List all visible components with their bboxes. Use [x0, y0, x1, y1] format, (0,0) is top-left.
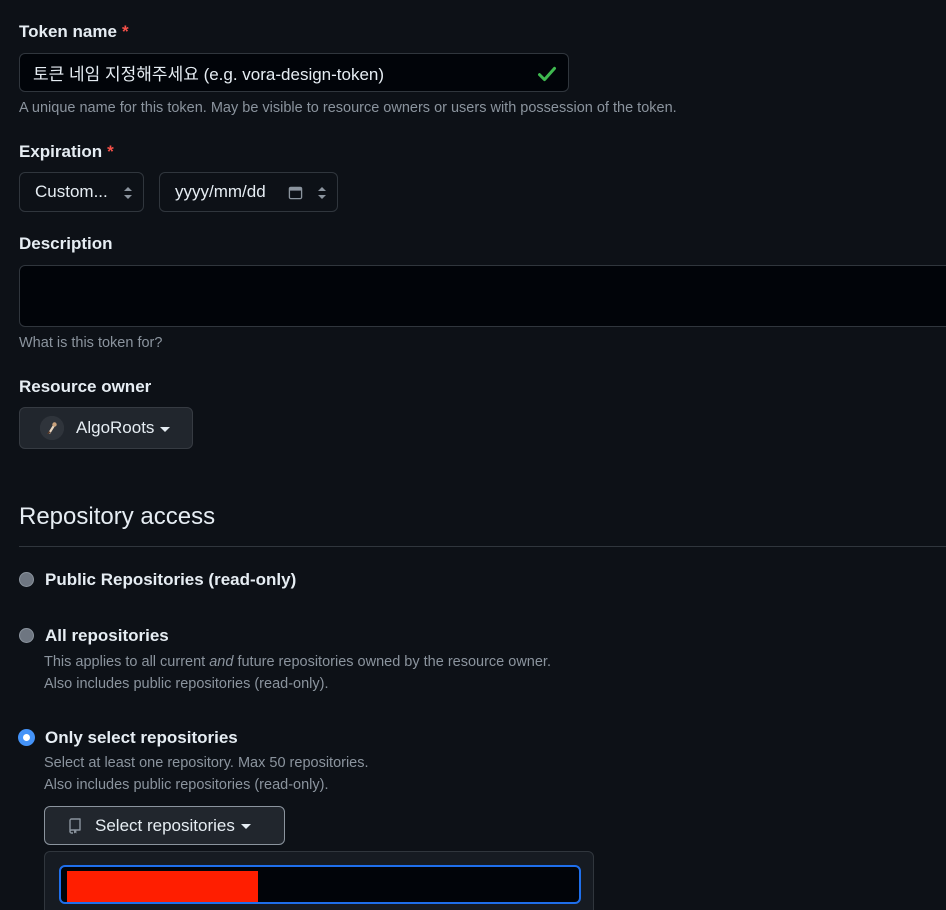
radio-public-repositories[interactable] — [19, 572, 34, 587]
repository-access-title: Repository access — [19, 503, 216, 530]
repository-search-input[interactable] — [59, 865, 581, 904]
public-repositories-label[interactable]: Public Repositories (read-only) — [45, 570, 296, 590]
expiration-select[interactable]: Custom... — [19, 172, 144, 212]
radio-all-repositories[interactable] — [19, 628, 34, 643]
all-repositories-note: This applies to all current and future r… — [44, 654, 551, 670]
required-mark: * — [121, 22, 129, 41]
section-divider — [19, 546, 946, 547]
description-textarea[interactable] — [19, 265, 946, 327]
expiration-label: Expiration * — [19, 142, 114, 161]
expiration-selected: Custom... — [35, 182, 108, 201]
description-label: Description — [19, 234, 113, 253]
chevron-updown-icon — [124, 187, 132, 199]
required-mark: * — [107, 142, 114, 161]
select-repositories-button[interactable]: Select repositories — [44, 806, 285, 845]
token-settings-form: Token name * 토큰 네임 지정해주세요 (e.g. vora-desi… — [0, 0, 946, 910]
expiration-date-input[interactable]: yyyy/mm/dd — [159, 172, 338, 212]
check-icon — [538, 66, 556, 82]
all-repositories-note-2: Also includes public repositories (read-… — [44, 676, 329, 692]
chevron-updown-icon[interactable] — [317, 185, 327, 201]
repository-picker-panel — [44, 851, 594, 910]
token-name-input[interactable]: 토큰 네임 지정해주세요 (e.g. vora-design-token) — [19, 53, 569, 92]
all-repositories-label[interactable]: All repositories — [45, 626, 169, 646]
description-help: What is this token for? — [19, 335, 163, 351]
token-name-label: Token name * — [19, 22, 129, 41]
token-name-help: A unique name for this token. May be vis… — [19, 100, 677, 116]
resource-owner-selected: AlgoRoots — [76, 418, 155, 437]
resource-owner-dropdown[interactable]: AlgoRoots — [19, 407, 193, 449]
date-placeholder: yyyy/mm/dd — [175, 182, 266, 201]
resource-owner-label: Resource owner — [19, 377, 152, 396]
only-select-note: Select at least one repository. Max 50 r… — [44, 755, 369, 771]
calendar-icon[interactable] — [288, 185, 303, 200]
only-select-repositories-label[interactable]: Only select repositories — [45, 728, 238, 748]
only-select-note-2: Also includes public repositories (read-… — [44, 777, 329, 793]
radio-only-select-repositories[interactable] — [19, 730, 34, 745]
select-repositories-label: Select repositories — [95, 815, 235, 835]
caret-down-icon — [160, 426, 171, 432]
token-name-value: 토큰 네임 지정해주세요 (e.g. vora-design-token) — [33, 65, 385, 84]
repo-icon — [69, 817, 81, 834]
caret-down-icon — [240, 824, 251, 829]
redacted-text — [67, 871, 258, 902]
avatar — [40, 416, 64, 440]
